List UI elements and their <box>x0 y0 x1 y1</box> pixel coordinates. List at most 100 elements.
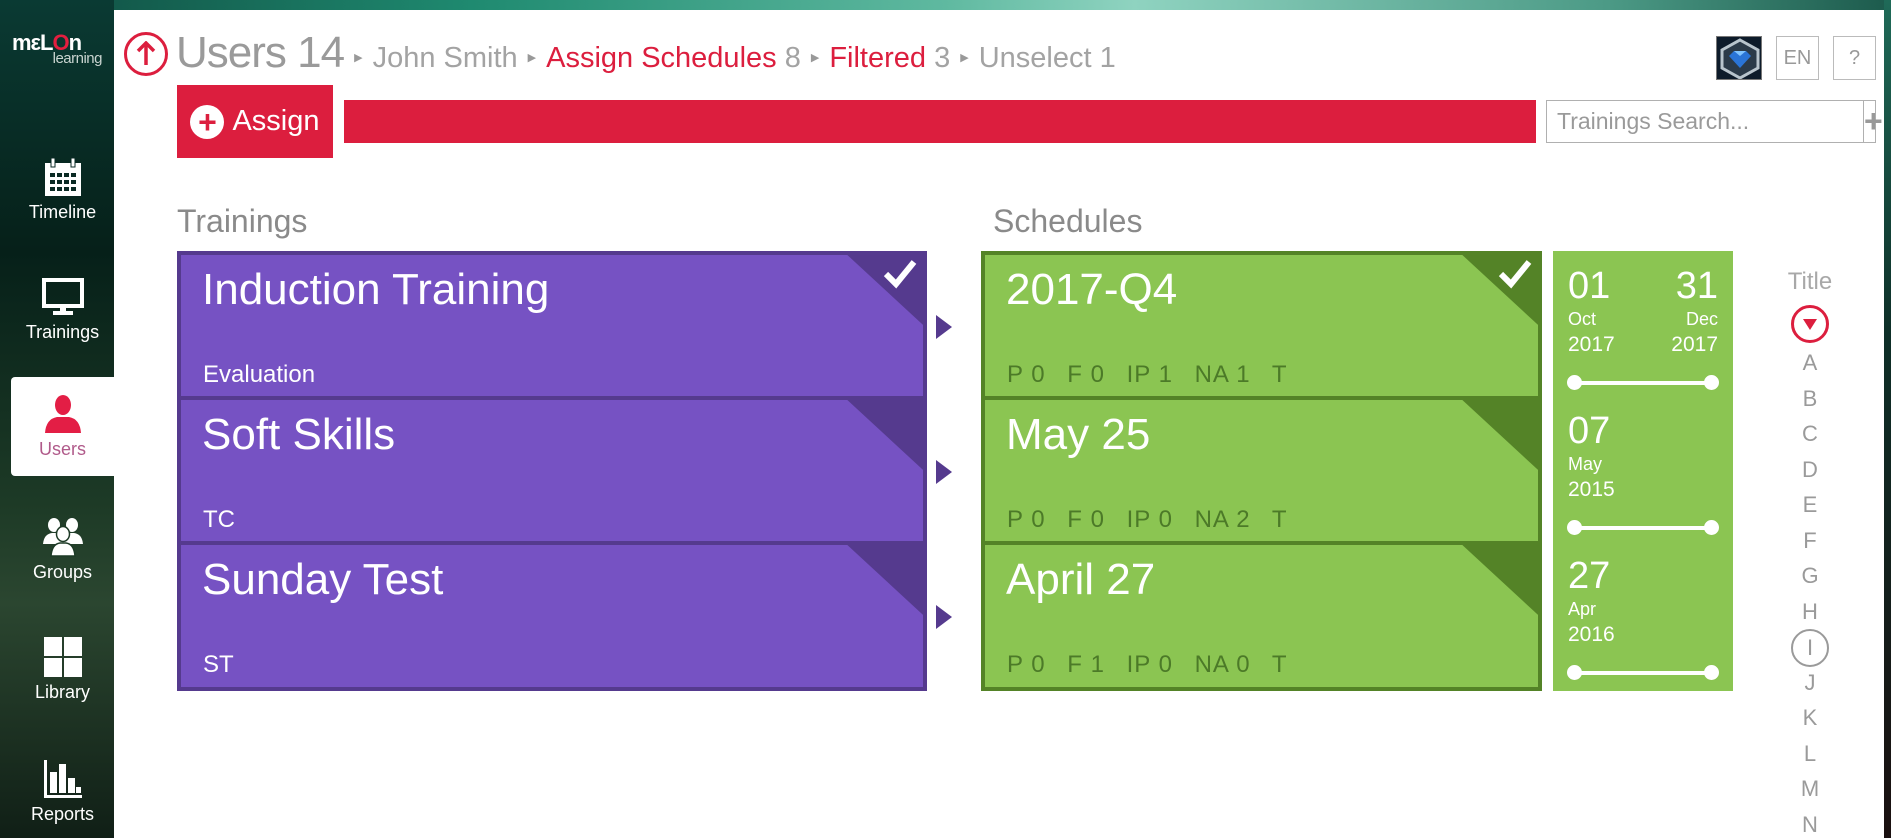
training-subtitle: ST <box>203 651 234 678</box>
user-icon <box>44 395 81 433</box>
stat-not-attempted: NA 2 <box>1194 506 1251 533</box>
index-letter-g[interactable]: G <box>1774 558 1846 594</box>
start-day: 27 <box>1568 555 1611 597</box>
training-card[interactable]: Soft Skills TC <box>177 396 927 546</box>
date-range-line <box>1575 671 1711 675</box>
schedule-card[interactable]: May 25 P 0 F 0 IP 0 NA 2 T <box>981 396 1542 546</box>
card-corner-fold <box>847 545 923 615</box>
schedule-stats: P 0 F 0 IP 0 NA 2 T <box>1007 506 1302 534</box>
stat-total: T <box>1271 506 1288 533</box>
sidebar-item-groups[interactable]: Groups <box>11 500 114 599</box>
breadcrumb-assign-schedules[interactable]: Assign Schedules 8 <box>546 42 801 75</box>
start-year: 2015 <box>1568 478 1615 501</box>
diamond-badge-icon <box>1720 38 1760 79</box>
breadcrumb-separator-icon: ▶ <box>960 52 969 64</box>
breadcrumb-separator-icon: ▶ <box>527 52 537 64</box>
index-letter-l[interactable]: L <box>1774 736 1846 772</box>
language-button[interactable]: EN <box>1776 36 1819 80</box>
help-button[interactable]: ? <box>1833 36 1876 80</box>
training-card[interactable]: Induction Training Evaluation <box>177 251 927 401</box>
sidebar-label: Timeline <box>28 202 97 222</box>
checkmark-icon <box>883 260 917 289</box>
schedule-title: 2017-Q4 <box>1006 265 1178 314</box>
breadcrumb-user[interactable]: John Smith <box>373 42 518 75</box>
schedule-date-range[interactable]: 01 Oct 2017 31 Dec 2017 <box>1553 251 1733 401</box>
stat-failed: F 0 <box>1067 506 1105 533</box>
schedule-card[interactable]: April 27 P 0 F 1 IP 0 NA 0 T <box>981 541 1542 691</box>
sidebar-item-trainings[interactable]: Trainings <box>11 260 114 359</box>
navigate-up-button[interactable] <box>124 32 168 76</box>
trainings-section-title: Trainings <box>177 203 308 239</box>
index-letter-j[interactable]: J <box>1774 665 1846 701</box>
breadcrumb-separator-icon: ▶ <box>354 52 363 64</box>
start-month: Oct <box>1568 309 1597 329</box>
user-avatar[interactable] <box>1716 36 1762 80</box>
index-letter-n[interactable]: N <box>1774 807 1846 838</box>
date-range-end-dot <box>1704 375 1719 390</box>
assignment-row: Soft Skills TC May 25 P 0 F 0 IP 0 NA 2 … <box>114 396 1884 546</box>
checkmark-icon <box>1498 260 1532 289</box>
trainings-search-input[interactable] <box>1547 101 1863 142</box>
sidebar-label: Users <box>38 439 86 459</box>
sidebar-item-library[interactable]: Library <box>11 620 114 719</box>
schedules-section-title: Schedules <box>993 203 1143 239</box>
schedule-date-range[interactable]: 27 Apr 2016 <box>1553 541 1733 691</box>
alphabet-index: Title ABCDEFGHIJKLMN <box>1774 268 1846 838</box>
index-letter-a[interactable]: A <box>1774 345 1846 381</box>
sidebar-item-users[interactable]: Users <box>11 377 114 476</box>
schedule-stats: P 0 F 0 IP 1 NA 1 T <box>1007 361 1302 389</box>
schedule-date-range[interactable]: 07 May 2015 <box>1553 396 1733 546</box>
schedule-card[interactable]: 2017-Q4 P 0 F 0 IP 1 NA 1 T <box>981 251 1542 401</box>
sort-field-label[interactable]: Title <box>1774 268 1846 296</box>
breadcrumb-unselect[interactable]: Unselect 1 <box>979 42 1116 75</box>
date-range-end-dot <box>1704 520 1719 535</box>
index-letter-c[interactable]: C <box>1774 416 1846 452</box>
index-letter-m[interactable]: M <box>1774 771 1846 807</box>
breadcrumb-root[interactable]: Users 14 <box>176 28 345 78</box>
stat-passed: P 0 <box>1007 651 1046 678</box>
start-month: May <box>1568 454 1603 474</box>
arrow-right-icon <box>936 315 952 339</box>
index-letter-b[interactable]: B <box>1774 381 1846 417</box>
index-letter-f[interactable]: F <box>1774 523 1846 559</box>
training-subtitle: TC <box>203 506 235 533</box>
training-card[interactable]: Sunday Test ST <box>177 541 927 691</box>
stat-not-attempted: NA 0 <box>1194 651 1251 678</box>
date-range-line <box>1575 526 1711 530</box>
library-grid-icon <box>43 637 82 677</box>
date-range-start-dot <box>1567 665 1582 680</box>
index-letter-d[interactable]: D <box>1774 452 1846 488</box>
sidebar-label: Trainings <box>25 322 100 342</box>
sort-direction-button[interactable] <box>1791 305 1829 343</box>
melon-learning-logo[interactable]: mεLOn learning <box>10 26 106 74</box>
plus-circle-icon: + <box>190 104 225 139</box>
schedule-title: May 25 <box>1006 410 1151 459</box>
sidebar-item-timeline[interactable]: Timeline <box>11 140 114 239</box>
breadcrumb-filtered[interactable]: Filtered 3 <box>829 42 950 75</box>
index-letter-k[interactable]: K <box>1774 700 1846 736</box>
end-month: Dec <box>1685 309 1718 329</box>
training-title: Sunday Test <box>202 555 444 604</box>
assign-button[interactable]: + Assign <box>177 85 333 158</box>
index-letter-h[interactable]: H <box>1774 594 1846 630</box>
assignment-row: Induction Training Evaluation 2017-Q4 P … <box>114 251 1884 401</box>
arrow-right-icon <box>936 605 952 629</box>
stat-in-progress: IP 0 <box>1126 506 1173 533</box>
arrow-right-icon <box>936 460 952 484</box>
training-subtitle: Evaluation <box>203 361 316 388</box>
sidebar-label: Groups <box>32 562 93 582</box>
stat-total: T <box>1271 361 1288 388</box>
arrow-up-icon <box>136 41 156 65</box>
breadcrumb: Users 14 ▶ John Smith ▶ Assign Schedules… <box>176 28 1116 78</box>
training-title: Soft Skills <box>202 410 396 459</box>
sidebar-item-reports[interactable]: Reports <box>11 742 114 838</box>
index-letter-e[interactable]: E <box>1774 487 1846 523</box>
search-add-button[interactable]: + <box>1863 101 1883 142</box>
index-letter-i[interactable]: I <box>1774 629 1846 667</box>
training-title: Induction Training <box>202 265 550 314</box>
card-corner-fold <box>847 400 923 470</box>
start-month: Apr <box>1568 599 1597 619</box>
logo-sub: learning <box>52 50 103 67</box>
sidebar-label: Library <box>34 682 91 702</box>
sidebar: mεLOn learning Timeline Trainings Users … <box>0 0 114 838</box>
